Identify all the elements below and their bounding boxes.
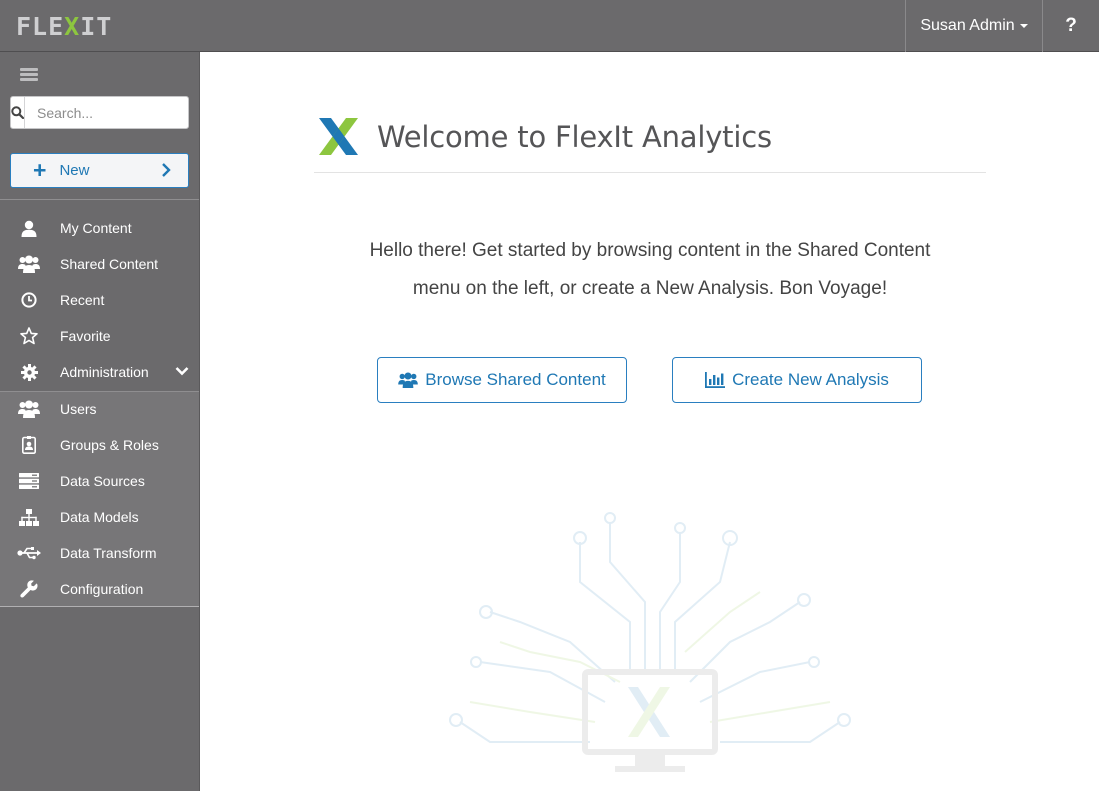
create-button-label: Create New Analysis bbox=[732, 370, 889, 389]
flexit-logo[interactable]: FLE X IT bbox=[16, 11, 112, 41]
clock-icon bbox=[0, 282, 60, 318]
sidebar-item-groups-roles[interactable]: Groups & Roles bbox=[0, 427, 199, 463]
top-navbar: FLE X IT Susan Admin ? bbox=[0, 0, 1099, 52]
user-menu-dropdown[interactable]: Susan Admin bbox=[905, 0, 1043, 52]
sidebar-item-label: Administration bbox=[60, 364, 149, 380]
sidebar-item-label: Groups & Roles bbox=[60, 437, 159, 453]
usb-icon bbox=[0, 535, 60, 571]
sidebar-item-recent[interactable]: Recent bbox=[0, 282, 199, 318]
intro-line-1: Hello there! Get started by browsing con… bbox=[369, 240, 931, 261]
sidebar-item-configuration[interactable]: Configuration bbox=[0, 571, 199, 607]
browse-button-label: Browse Shared Content bbox=[425, 370, 606, 389]
search-box bbox=[10, 96, 218, 129]
chevron-right-icon bbox=[162, 163, 171, 177]
sidebar-item-data-models[interactable]: Data Models bbox=[0, 499, 199, 535]
flexit-x-logo-icon bbox=[319, 118, 358, 155]
intro-text: Hello there! Get started by browsing con… bbox=[335, 232, 965, 308]
wrench-icon bbox=[0, 571, 60, 607]
server-icon bbox=[0, 463, 60, 499]
bar-chart-icon bbox=[705, 372, 726, 388]
sidebar-item-favorite[interactable]: Favorite bbox=[0, 318, 199, 354]
chevron-down-icon[interactable] bbox=[175, 366, 189, 376]
create-new-analysis-button[interactable]: Create New Analysis bbox=[672, 357, 922, 403]
users-icon bbox=[0, 246, 60, 282]
new-button-label: New bbox=[59, 162, 90, 179]
users-icon bbox=[398, 372, 419, 388]
sidebar-item-label: Data Transform bbox=[60, 545, 157, 561]
sidebar-item-my-content[interactable]: My Content bbox=[0, 210, 199, 246]
circuit-illustration bbox=[449, 512, 851, 772]
star-icon bbox=[0, 318, 60, 354]
sidebar-item-administration[interactable]: Administration bbox=[0, 354, 199, 390]
users-icon bbox=[0, 391, 60, 427]
user-icon bbox=[0, 210, 60, 246]
user-name: Susan Admin bbox=[920, 17, 1015, 34]
welcome-header: Welcome to FlexIt Analytics bbox=[319, 118, 772, 155]
sitemap-icon bbox=[0, 499, 60, 535]
sidebar-item-label: Users bbox=[60, 401, 97, 417]
main-content: Welcome to FlexIt Analytics Hello there!… bbox=[200, 52, 1099, 791]
sidebar-item-label: Configuration bbox=[60, 581, 144, 597]
help-button[interactable]: ? bbox=[1043, 0, 1099, 52]
sidebar-item-label: Recent bbox=[60, 292, 105, 308]
new-button[interactable]: + New bbox=[10, 153, 189, 188]
browse-shared-content-button[interactable]: Browse Shared Content bbox=[377, 357, 627, 403]
sidebar-item-label: Favorite bbox=[60, 328, 111, 344]
sidebar-item-label: My Content bbox=[60, 220, 132, 236]
sidebar-item-users[interactable]: Users bbox=[0, 391, 199, 427]
id-badge-icon bbox=[0, 427, 60, 463]
caret-down-icon bbox=[1019, 24, 1028, 28]
sidebar-item-label: Shared Content bbox=[60, 256, 159, 272]
sidebar-item-data-sources[interactable]: Data Sources bbox=[0, 463, 199, 499]
sidebar-item-shared-content[interactable]: Shared Content bbox=[0, 246, 199, 282]
search-input[interactable] bbox=[25, 97, 218, 128]
search-icon[interactable] bbox=[11, 97, 25, 128]
plus-icon: + bbox=[33, 157, 47, 183]
gear-icon bbox=[0, 354, 60, 390]
title-divider bbox=[314, 172, 986, 173]
page-title: Welcome to FlexIt Analytics bbox=[377, 119, 772, 154]
sidebar-divider bbox=[0, 199, 199, 200]
intro-line-2: menu on the left, or create a New Analys… bbox=[412, 278, 888, 299]
sidebar-item-label: Data Sources bbox=[60, 473, 145, 489]
sidebar: + New My Content Shared Content Recent F… bbox=[0, 52, 218, 791]
sidebar-item-label: Data Models bbox=[60, 509, 139, 525]
sidebar-item-data-transform[interactable]: Data Transform bbox=[0, 535, 199, 571]
hamburger-menu-icon[interactable] bbox=[20, 68, 38, 82]
